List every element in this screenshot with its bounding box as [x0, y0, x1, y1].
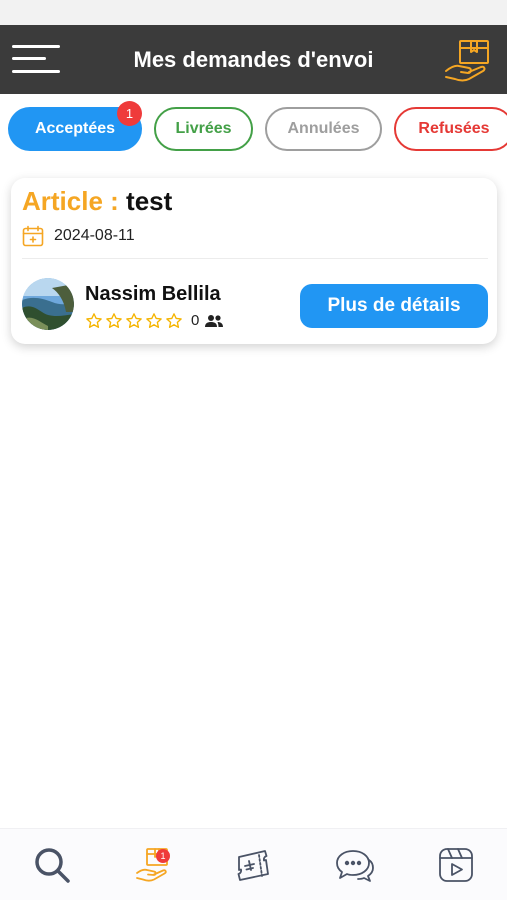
star-outline-icon: [126, 313, 142, 328]
tab-cancelled[interactable]: Annulées: [265, 107, 382, 151]
article-label: Article :: [22, 186, 127, 216]
bottom-nav: 1: [0, 828, 507, 900]
request-card: Article : test 2024-08-11 Nassim Bellila…: [11, 178, 497, 344]
nav-requests-badge: 1: [156, 849, 170, 863]
app-header: Mes demandes d'envoi: [0, 25, 507, 94]
package-hand-icon[interactable]: [131, 843, 175, 887]
user-name: Nassim Bellila: [85, 283, 221, 305]
status-tabs: Acceptées Livrées Annulées Refusées: [0, 106, 507, 152]
tab-accepted-badge: 1: [117, 101, 142, 126]
star-outline-icon: [86, 313, 102, 328]
chat-bubbles-icon[interactable]: [333, 843, 377, 887]
review-count: 0: [191, 312, 200, 329]
article-name: test: [126, 186, 173, 216]
card-divider: [22, 258, 488, 259]
tab-refused[interactable]: Refusées: [394, 107, 507, 151]
avatar[interactable]: [22, 278, 74, 330]
request-date: 2024-08-11: [54, 227, 135, 244]
video-play-icon[interactable]: [434, 843, 478, 887]
page-title: Mes demandes d'envoi: [133, 47, 374, 72]
people-icon: [205, 315, 223, 327]
article-title: Article : test: [22, 186, 172, 217]
status-bar: [0, 0, 507, 25]
calendar-icon: [22, 225, 44, 247]
package-hand-icon[interactable]: [443, 38, 493, 84]
star-rating: [85, 312, 183, 330]
star-outline-icon: [166, 313, 182, 328]
details-button[interactable]: Plus de détails: [300, 284, 488, 328]
star-outline-icon: [106, 313, 122, 328]
ticket-plane-icon[interactable]: [232, 843, 276, 887]
tab-delivered[interactable]: Livrées: [154, 107, 253, 151]
search-icon[interactable]: [30, 843, 74, 887]
star-outline-icon: [146, 313, 162, 328]
